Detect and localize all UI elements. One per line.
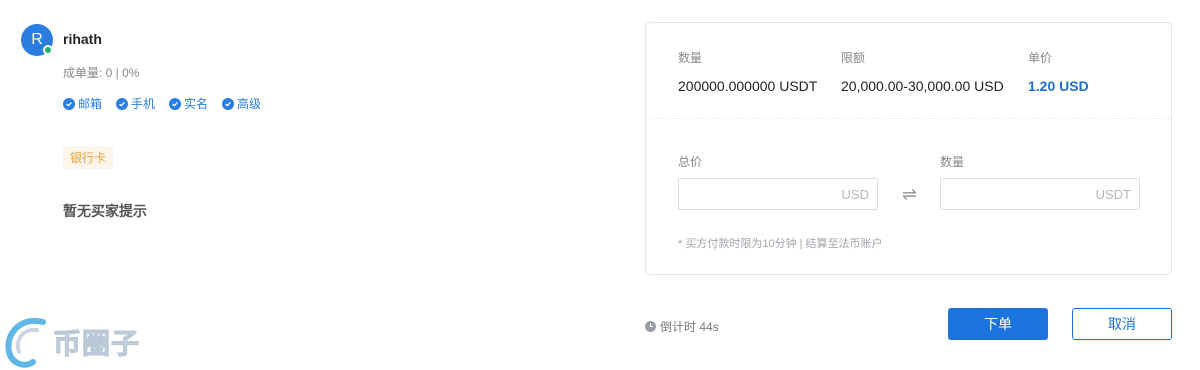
verification-phone: 手机 (116, 95, 155, 112)
order-summary: 数量 200000.000000 USDT 限额 20,000.00-30,00… (646, 23, 1171, 119)
seller-username[interactable]: rihath (63, 31, 102, 47)
check-circle-icon (63, 97, 75, 110)
swap-icon[interactable]: ⇌ (902, 184, 917, 205)
watermark-logo: 币圈子 (3, 314, 140, 370)
check-circle-icon (116, 97, 129, 110)
verification-advanced: 高级 (222, 95, 261, 112)
online-status-dot (43, 45, 53, 55)
clock-icon (645, 321, 656, 332)
logo-swoosh-icon (5, 317, 46, 368)
countdown-text: 倒计时 44s (660, 320, 719, 334)
amount-field (940, 178, 1140, 210)
seller-stats: 成单量: 0 | 0% (63, 66, 140, 80)
quantity-label: 数量 (678, 51, 703, 65)
verification-label: 邮箱 (78, 97, 103, 111)
limit-value: 20,000.00-30,000.00 USD (841, 78, 1004, 94)
total-input[interactable] (679, 179, 877, 209)
verification-label: 实名 (184, 97, 209, 111)
verification-email: 邮箱 (63, 95, 102, 112)
payment-method-badge: 银行卡 (63, 146, 114, 169)
amount-input[interactable] (941, 179, 1139, 209)
verification-label: 手机 (131, 97, 156, 111)
quantity-column: 数量 200000.000000 USDT (678, 49, 817, 94)
order-panel: 数量 200000.000000 USDT 限额 20,000.00-30,00… (645, 22, 1172, 275)
quantity-value: 200000.000000 USDT (678, 78, 818, 94)
limit-label: 限额 (841, 51, 866, 65)
verification-realname: 实名 (169, 95, 208, 112)
check-circle-icon (222, 97, 235, 110)
total-field (678, 178, 878, 210)
verification-label: 高级 (237, 97, 262, 111)
amount-label: 数量 (940, 155, 965, 169)
payment-note: * 买方付款时限为10分钟 | 结算至法币账户 (678, 238, 883, 250)
countdown: 倒计时 44s (645, 318, 719, 335)
limit-column: 限额 20,000.00-30,000.00 USD (841, 49, 1004, 94)
buyer-tip: 暂无买家提示 (63, 203, 147, 219)
place-order-button[interactable]: 下单 (948, 308, 1048, 340)
watermark-text: 币圈子 (52, 328, 141, 360)
price-label: 单价 (1028, 51, 1053, 65)
price-column: 单价 1.20 USD (1028, 49, 1089, 94)
verification-badges: 邮箱 手机 实名 高级 (63, 95, 261, 112)
price-value: 1.20 USD (1028, 78, 1089, 94)
total-label: 总价 (678, 155, 703, 169)
cancel-button[interactable]: 取消 (1072, 308, 1172, 340)
check-circle-icon (169, 97, 182, 110)
